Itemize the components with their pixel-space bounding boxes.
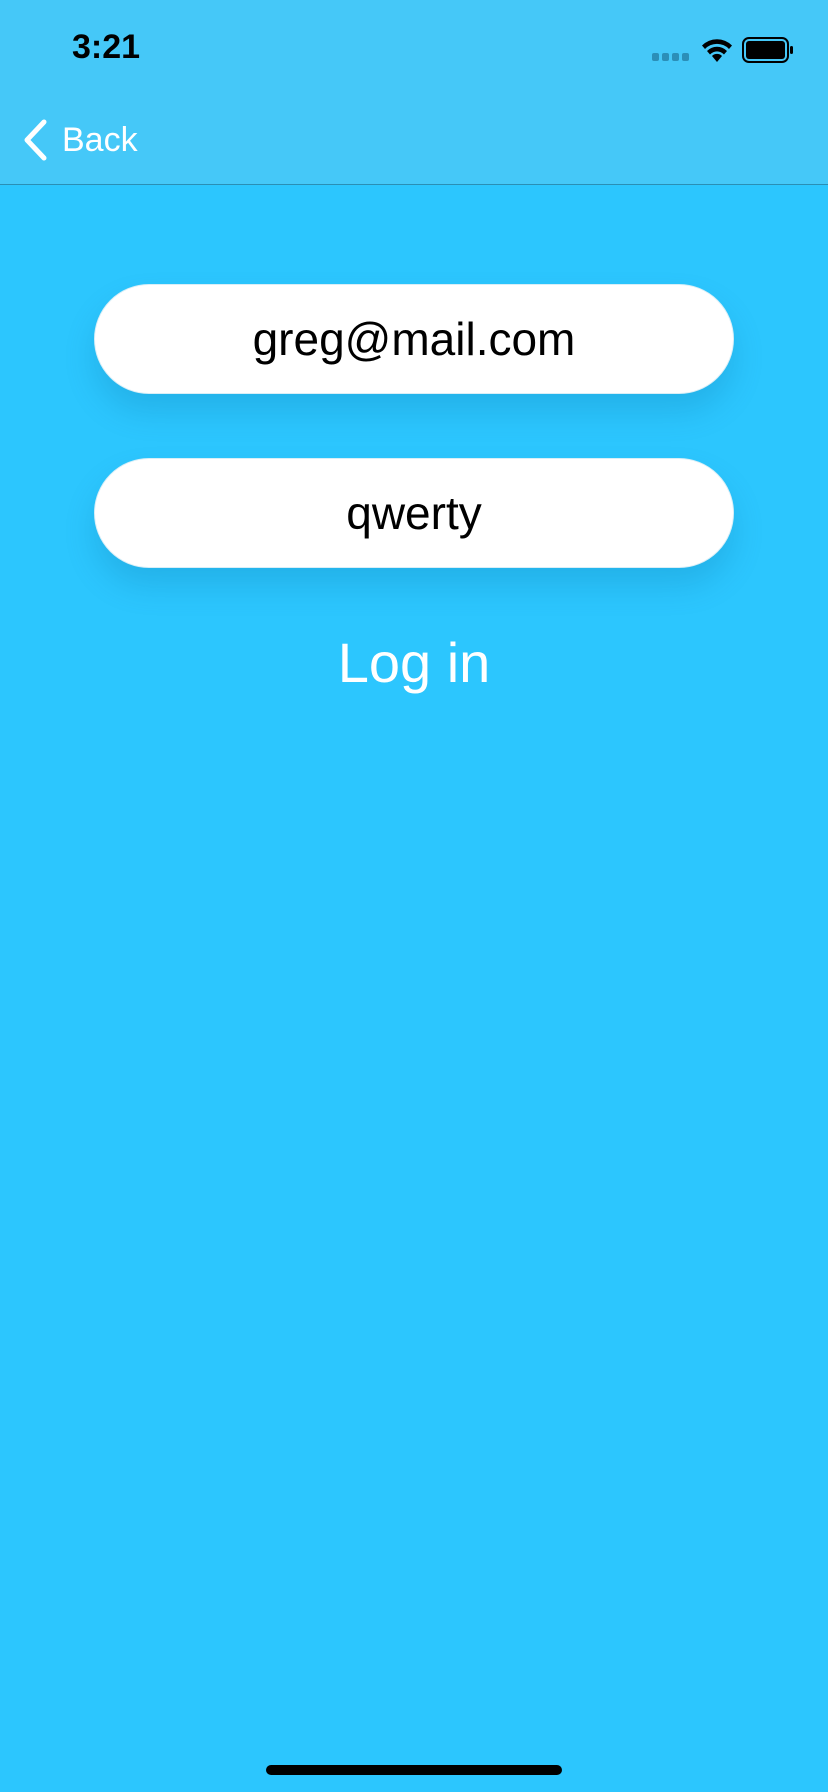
back-label: Back — [62, 120, 138, 159]
status-time: 3:21 — [72, 28, 141, 66]
wifi-icon — [702, 39, 732, 62]
battery-icon — [742, 37, 793, 63]
home-indicator — [266, 1765, 562, 1775]
chevron-left-icon — [24, 119, 47, 161]
email-field[interactable] — [94, 284, 734, 394]
back-button[interactable]: Back — [22, 110, 138, 170]
navigation-bar: 3:21 Back — [0, 0, 828, 185]
password-field[interactable] — [94, 458, 734, 568]
login-screen: 3:21 Back Log in — [0, 0, 828, 1792]
cellular-signal-icon — [652, 53, 690, 61]
login-button[interactable]: Log in — [0, 630, 828, 695]
password-input[interactable] — [95, 459, 733, 567]
email-input[interactable] — [95, 285, 733, 393]
